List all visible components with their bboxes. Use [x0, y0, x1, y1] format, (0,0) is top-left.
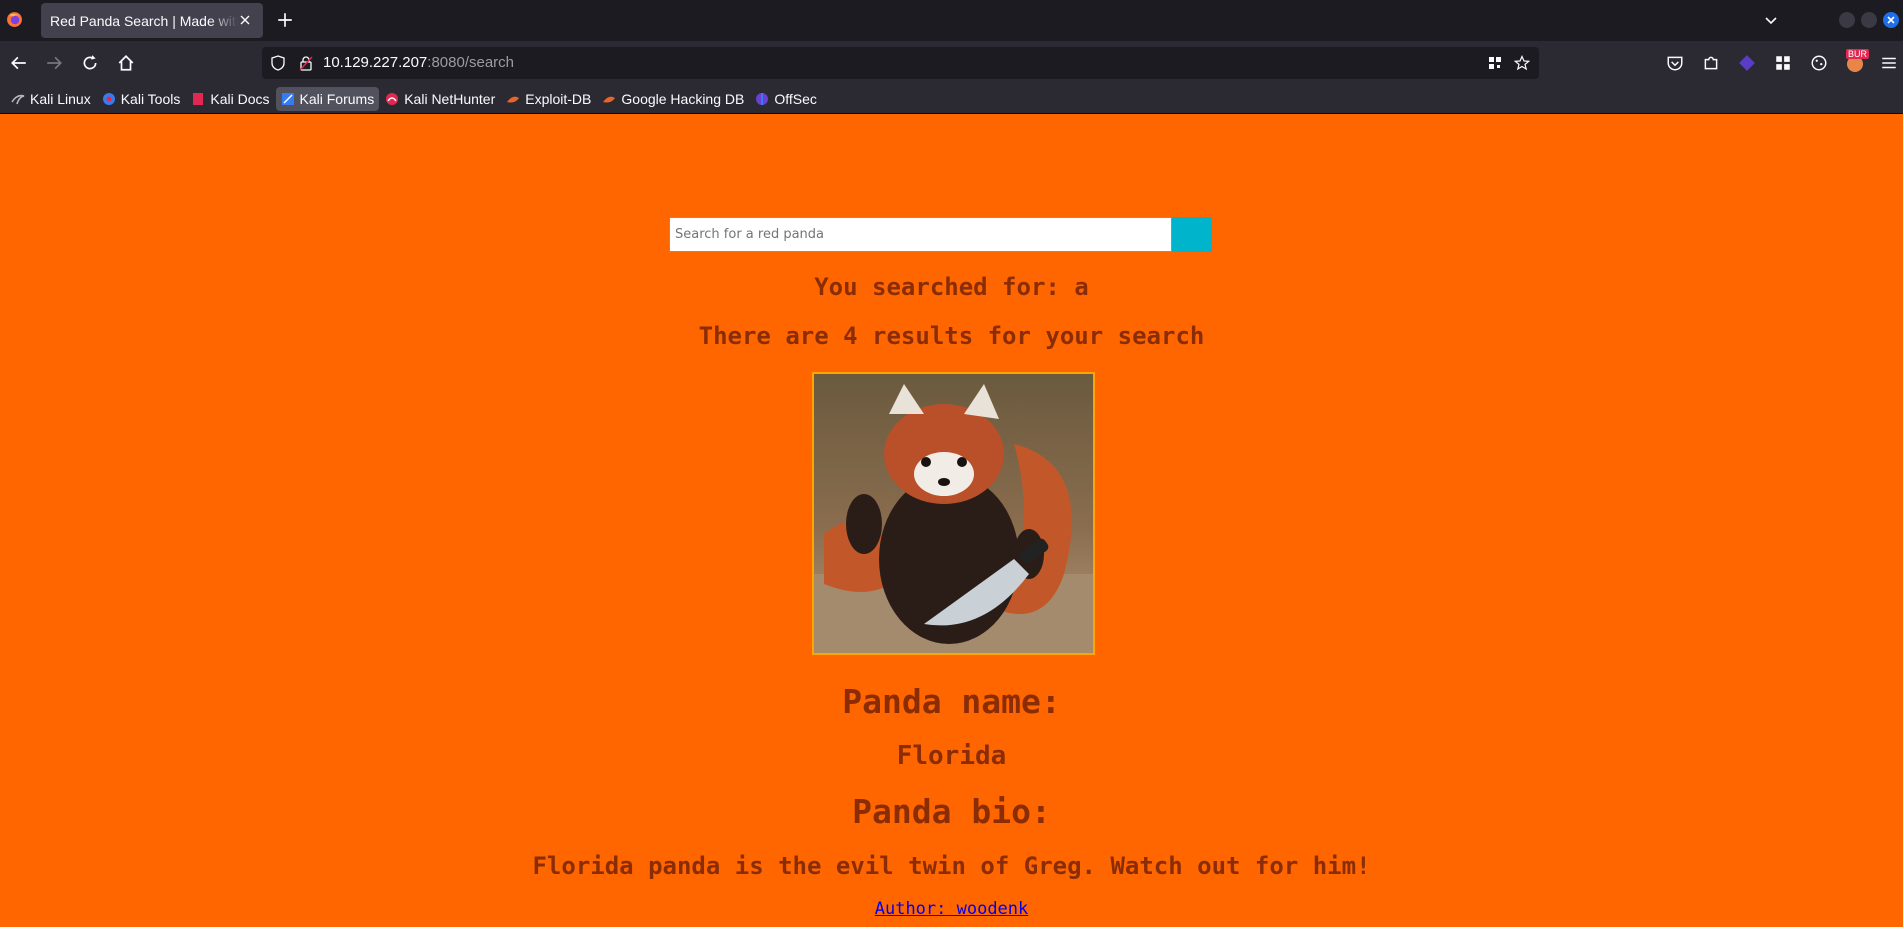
tab-bar: Red Panda Search | Made with Spring Boot — [0, 0, 1903, 41]
kali-docs-icon — [193, 92, 204, 105]
bookmark-label: Kali Tools — [120, 90, 181, 107]
forward-icon[interactable] — [45, 54, 63, 72]
home-icon[interactable] — [117, 54, 135, 72]
nethunter-icon — [386, 92, 399, 105]
insecure-lock-icon[interactable] — [298, 55, 314, 71]
tab-active[interactable]: Red Panda Search | Made with Spring Boot — [41, 3, 263, 38]
url-text[interactable]: 10.129.227.207:8080/search — [323, 54, 514, 71]
bookmark-label: Exploit-DB — [525, 90, 592, 107]
bookmark-label: Kali Forums — [299, 90, 375, 107]
tab-title: Red Panda Search | Made with Spring Boot — [50, 12, 238, 29]
pocket-icon[interactable] — [1666, 54, 1684, 72]
bookmark-exploit-db[interactable]: Exploit-DB — [501, 87, 596, 111]
bookmark-star-icon[interactable] — [1514, 55, 1530, 71]
tracking-protection-icon[interactable] — [270, 55, 286, 71]
close-window-button[interactable] — [1883, 12, 1899, 28]
author-link[interactable]: Author: woodenk — [875, 899, 1029, 919]
search-button[interactable] — [1172, 217, 1212, 252]
bookmark-label: Kali NetHunter — [404, 90, 496, 107]
author-container: Author: woodenk — [0, 899, 1903, 919]
bookmark-kali-tools[interactable]: Kali Tools — [97, 87, 186, 111]
extension-badge: BUR — [1846, 49, 1870, 59]
results-count-text: There are 4 results for your search — [698, 322, 1205, 350]
kali-tools-icon — [102, 92, 115, 105]
cookie-icon[interactable] — [1810, 54, 1828, 72]
ghdb-icon — [603, 96, 616, 102]
qr-code-icon[interactable] — [1487, 55, 1503, 71]
extensions-puzzle-icon[interactable] — [1702, 54, 1720, 72]
page-content: You searched for: a There are 4 results … — [0, 114, 1903, 927]
search-input[interactable] — [669, 217, 1172, 252]
firefox-menu-icon[interactable] — [6, 11, 23, 28]
bookmark-kali-forums[interactable]: Kali Forums — [275, 86, 380, 111]
bookmark-label: Google Hacking DB — [621, 90, 745, 107]
burp-extension-button[interactable]: BUR — [1844, 49, 1870, 73]
panda-name: Florida — [896, 741, 1007, 771]
search-form — [669, 217, 1212, 252]
bookmark-kali-linux[interactable]: Kali Linux — [6, 87, 96, 111]
purple-extension-icon[interactable] — [1738, 54, 1756, 72]
url-host: 10.129.227.207 — [323, 54, 428, 71]
exploit-db-icon — [507, 96, 520, 102]
back-icon[interactable] — [10, 54, 28, 72]
offsec-icon — [756, 92, 769, 105]
grid-extension-icon[interactable] — [1774, 54, 1792, 72]
bookmarks-toolbar: Kali Linux Kali Tools Kali Docs Kali For… — [0, 84, 1903, 114]
kali-forums-icon — [281, 92, 294, 105]
hamburger-menu-icon[interactable] — [1880, 54, 1898, 72]
minimize-window-button[interactable] — [1839, 12, 1855, 28]
bookmark-label: Kali Linux — [30, 90, 91, 107]
maximize-window-button[interactable] — [1861, 12, 1877, 28]
bookmark-kali-docs[interactable]: Kali Docs — [186, 87, 274, 111]
panda-name-heading: Panda name: — [842, 682, 1061, 721]
bookmark-label: Kali Docs — [210, 90, 270, 107]
reload-icon[interactable] — [81, 54, 99, 72]
bookmark-label: OffSec — [774, 90, 817, 107]
kali-icon — [11, 94, 25, 104]
close-icon — [1887, 16, 1895, 24]
url-path: :8080/search — [427, 54, 515, 71]
bookmark-google-hacking-db[interactable]: Google Hacking DB — [597, 87, 749, 111]
navigation-toolbar: 10.129.227.207:8080/search BUR — [0, 41, 1903, 84]
red-panda-image — [812, 372, 1095, 655]
close-tab-icon[interactable] — [237, 12, 253, 28]
panda-bio-heading: Panda bio: — [852, 792, 1051, 831]
address-bar[interactable]: 10.129.227.207:8080/search — [262, 47, 1539, 79]
bookmark-offsec[interactable]: OffSec — [750, 87, 822, 111]
list-all-tabs-icon[interactable] — [1763, 12, 1779, 28]
panda-bio: Florida panda is the evil twin of Greg. … — [532, 852, 1371, 880]
red-panda-picture — [814, 374, 1093, 653]
searched-for-text: You searched for: a — [814, 273, 1089, 301]
bookmark-kali-nethunter[interactable]: Kali NetHunter — [380, 87, 500, 111]
new-tab-icon[interactable] — [276, 11, 294, 29]
